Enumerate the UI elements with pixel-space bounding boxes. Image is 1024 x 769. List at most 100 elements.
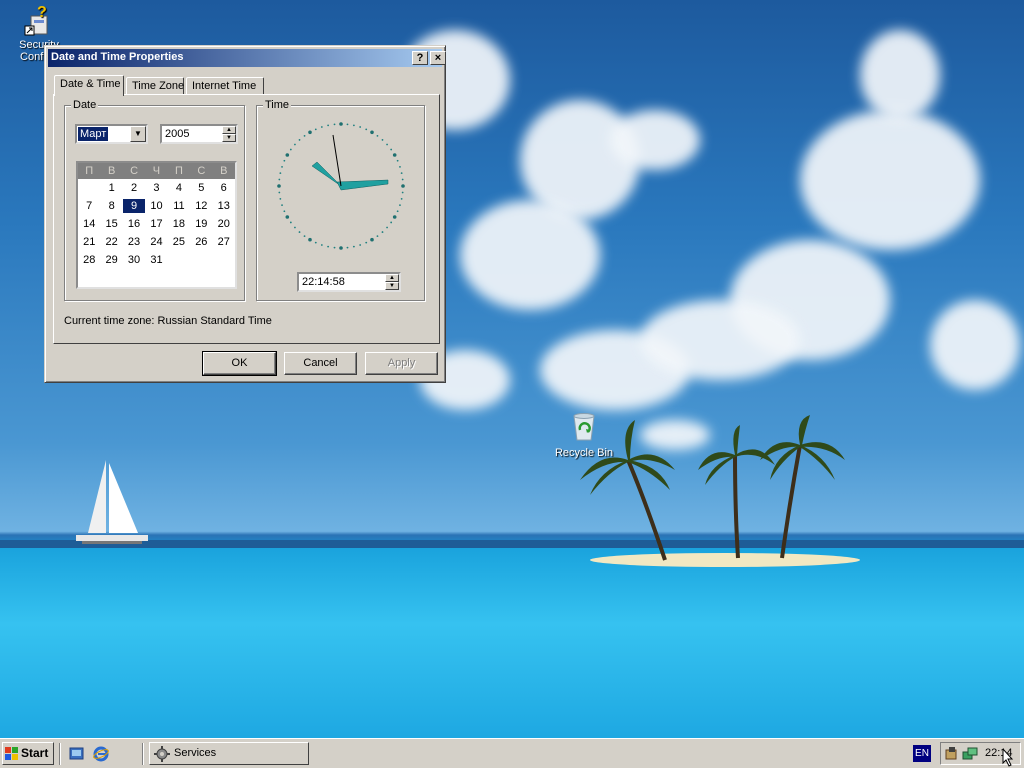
clock-tick	[294, 226, 296, 229]
clock-tick	[278, 178, 281, 181]
tray-network-icon[interactable]	[962, 746, 978, 762]
clock-tick	[320, 126, 323, 128]
hour-hand	[311, 161, 342, 187]
calendar-day[interactable]: 11	[168, 197, 190, 215]
clock-tick	[390, 148, 393, 151]
calendar-day[interactable]: 1	[100, 179, 122, 197]
recycle-bin-desktop-icon[interactable]: Recycle Bin	[550, 412, 618, 459]
start-label: Start	[21, 746, 49, 760]
calendar-day[interactable]: 17	[145, 215, 167, 233]
clock-tick	[285, 153, 290, 157]
calendar-day[interactable]: 4	[168, 179, 190, 197]
weekday-label: С	[197, 165, 206, 177]
calendar-day[interactable]: 3	[145, 179, 167, 197]
services-gear-icon	[154, 746, 170, 762]
cloud	[640, 300, 800, 380]
time-spinner[interactable]: 22:14:58 ▲ ▼	[297, 272, 401, 292]
clock-tick	[281, 165, 283, 168]
clock-tick	[365, 241, 368, 244]
cloud	[460, 200, 600, 310]
show-desktop-icon[interactable]	[69, 746, 85, 762]
calendar-day[interactable]: 31	[145, 251, 167, 269]
weekday-header: П В С Ч П С В	[78, 163, 235, 179]
calendar-day[interactable]: 13	[213, 197, 235, 215]
date-time-properties-window: Date and Time Properties ? × Date & Time…	[44, 45, 446, 383]
clock-tick	[399, 165, 401, 168]
calendar-day[interactable]: 30	[123, 251, 145, 269]
time-down-arrow-icon[interactable]: ▼	[385, 282, 399, 290]
calendar-day[interactable]: 22	[100, 233, 122, 251]
second-hand	[332, 134, 342, 187]
calendar-day[interactable]: 14	[78, 215, 100, 233]
year-down-arrow-icon[interactable]: ▼	[222, 134, 236, 142]
clock-tick	[392, 215, 397, 219]
svg-text:?: ?	[37, 4, 47, 21]
sea	[0, 548, 1024, 738]
calendar-day[interactable]: 7	[78, 197, 100, 215]
clock-tick	[390, 221, 393, 224]
calendar-day[interactable]: 8	[100, 197, 122, 215]
start-button[interactable]: Start	[2, 742, 54, 765]
tab-internet-time[interactable]: Internet Time	[186, 77, 264, 95]
chevron-down-icon[interactable]: ▼	[130, 126, 146, 142]
calendar-day[interactable]: 29	[100, 251, 122, 269]
calendar-day[interactable]: 6	[213, 179, 235, 197]
time-group: Time 22:14:58 ▲ ▼	[256, 99, 425, 301]
calendar-day[interactable]: 10	[145, 197, 167, 215]
clock-tick	[327, 124, 330, 127]
calendar-day[interactable]: 26	[190, 233, 212, 251]
date-time-tab-panel: Date Март ▼ 2005 ▲ ▼ П В С Ч П С В 1 2 3…	[53, 94, 440, 344]
minute-hand	[336, 179, 389, 191]
calendar-day[interactable]: 28	[78, 251, 100, 269]
calendar-day[interactable]: 9	[122, 199, 146, 213]
calendar-day[interactable]: 19	[190, 215, 212, 233]
calendar-day[interactable]: 18	[168, 215, 190, 233]
tab-time-zone[interactable]: Time Zone	[126, 77, 184, 95]
calendar-day[interactable]: 5	[190, 179, 212, 197]
calendar-week-row: 28 29 30 31	[78, 251, 235, 269]
calendar-day[interactable]: 12	[190, 197, 212, 215]
clock-tick	[381, 139, 384, 141]
calendar-day[interactable]: 24	[145, 233, 167, 251]
language-indicator[interactable]: EN	[913, 745, 931, 762]
calendar-day[interactable]: 27	[213, 233, 235, 251]
cloud	[610, 110, 700, 170]
calendar-day[interactable]: 21	[78, 233, 100, 251]
month-value: Март	[78, 127, 109, 141]
year-spinner[interactable]: 2005 ▲ ▼	[160, 124, 238, 144]
apply-button[interactable]: Apply	[365, 352, 438, 375]
calendar-week-row: 21 22 23 24 25 26 27	[78, 233, 235, 251]
clock-tick	[281, 204, 283, 207]
title-bar[interactable]: Date and Time Properties ? ×	[48, 49, 446, 67]
calendar-day[interactable]: 23	[123, 233, 145, 251]
clock-tick	[289, 148, 292, 151]
desktop-icon-label: Recycle Bin	[554, 447, 614, 459]
calendar-day[interactable]: 2	[123, 179, 145, 197]
calendar-grid[interactable]: П В С Ч П С В 1 2 3 4 5 6 7 8 9 10 11 12 13 14 15 16 17 1…	[76, 161, 237, 289]
clock-tick	[283, 210, 286, 213]
cancel-button[interactable]: Cancel	[284, 352, 357, 375]
close-button[interactable]: ×	[430, 51, 446, 65]
month-select[interactable]: Март ▼	[75, 124, 148, 144]
weekday-label: С	[130, 165, 139, 177]
clock-tick	[327, 245, 330, 248]
weekday-label: П	[174, 165, 183, 177]
tab-date-time[interactable]: Date & Time	[54, 75, 124, 96]
time-up-arrow-icon[interactable]: ▲	[385, 274, 399, 282]
clock-tick	[303, 235, 306, 238]
calendar-day[interactable]: 25	[168, 233, 190, 251]
tray-app-icon[interactable]	[944, 746, 960, 762]
year-up-arrow-icon[interactable]: ▲	[222, 126, 236, 134]
calendar-week-row: 14 15 16 17 18 19 20	[78, 215, 235, 233]
clock-tick	[320, 244, 323, 246]
calendar-day[interactable]: 16	[123, 215, 145, 233]
mouse-cursor-icon	[1002, 749, 1014, 767]
help-button[interactable]: ?	[412, 51, 428, 65]
calendar-day[interactable]: 20	[213, 215, 235, 233]
ok-button[interactable]: OK	[202, 351, 277, 376]
taskbar-services-button[interactable]: Services	[149, 742, 309, 765]
calendar-day[interactable]: 15	[100, 215, 122, 233]
internet-explorer-icon[interactable]	[93, 746, 109, 762]
clock-tick	[376, 235, 379, 238]
clock-tick	[285, 215, 290, 219]
